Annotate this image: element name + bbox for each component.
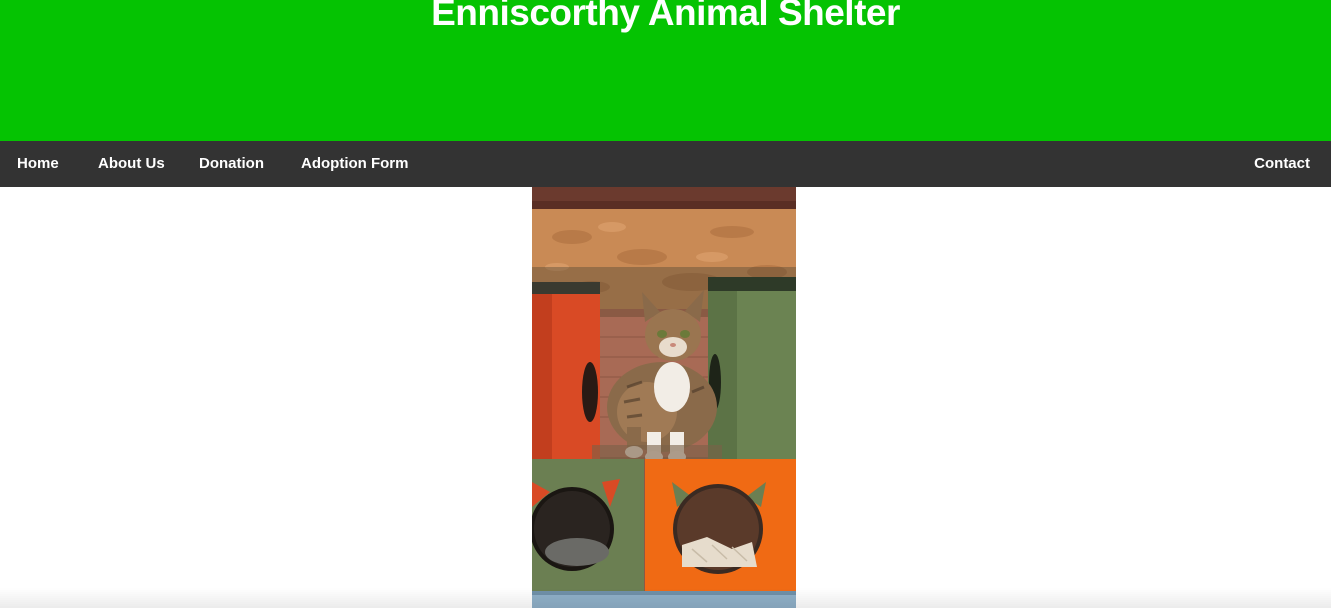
nav-link-contact[interactable]: Contact xyxy=(1254,141,1310,187)
nav-link-home[interactable]: Home xyxy=(17,141,59,187)
nav-link-donation[interactable]: Donation xyxy=(199,141,264,187)
site-title: Enniscorthy Animal Shelter xyxy=(431,0,900,33)
cat-shelter-photo xyxy=(532,187,796,608)
site-header: Enniscorthy Animal Shelter xyxy=(0,0,1331,141)
top-navbar: Home About Us Donation Adoption Form Con… xyxy=(0,141,1331,187)
nav-link-about-us[interactable]: About Us xyxy=(98,141,165,187)
cat-photo-illustration xyxy=(532,187,796,608)
nav-link-adoption-form[interactable]: Adoption Form xyxy=(301,141,408,187)
